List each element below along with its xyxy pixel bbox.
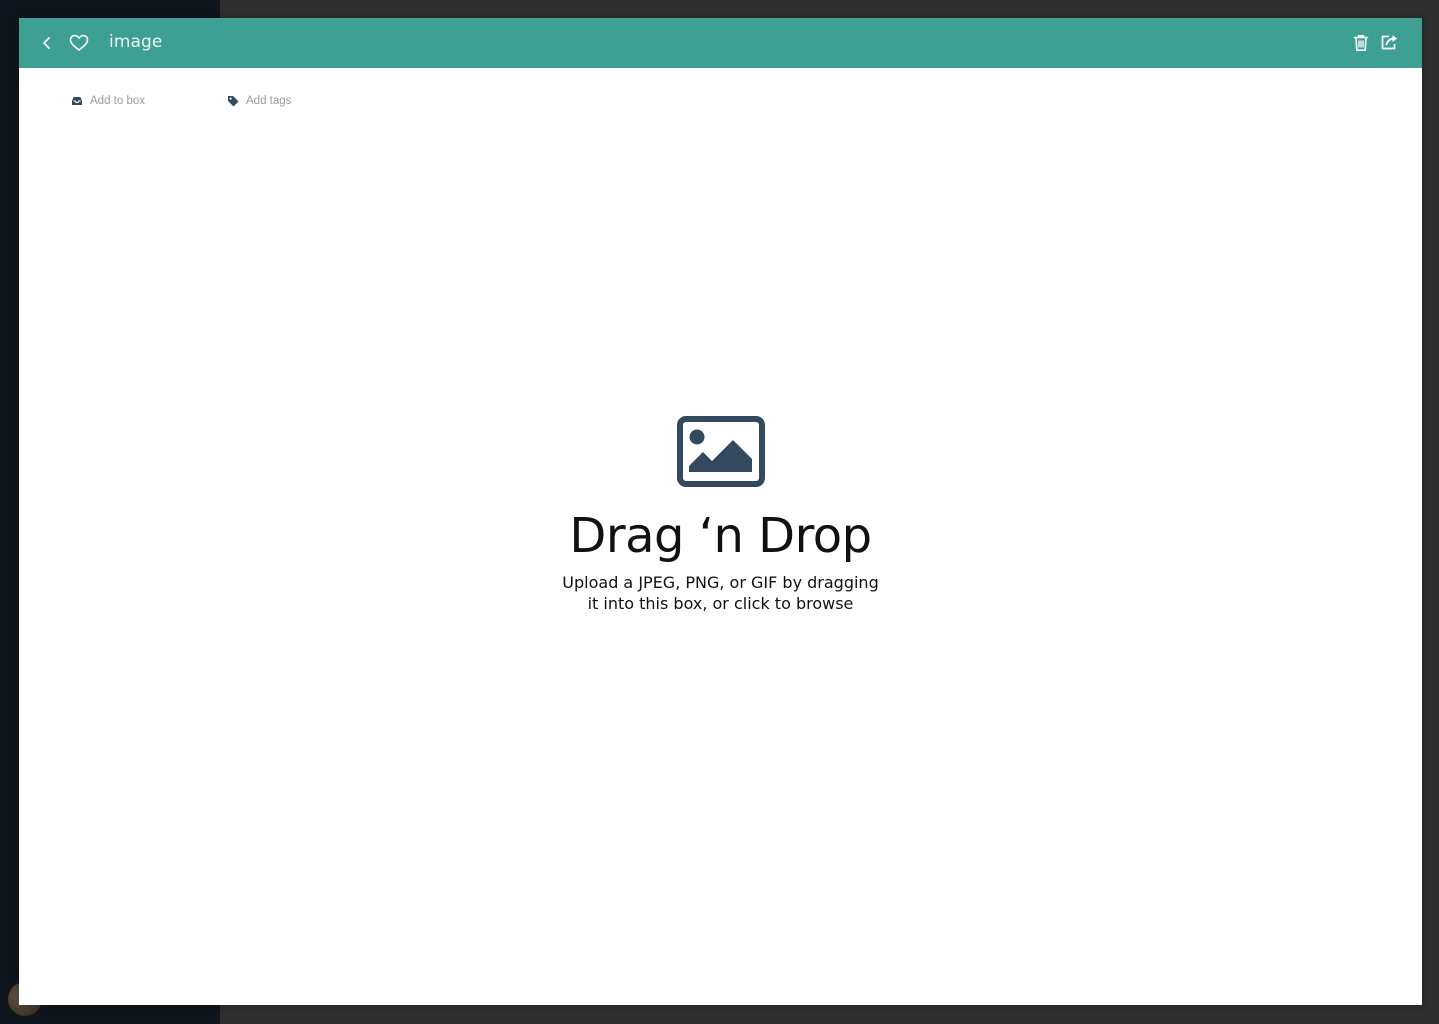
heart-icon <box>69 34 89 51</box>
dropzone-content: Drag ‘n Drop Upload a JPEG, PNG, or GIF … <box>19 416 1422 614</box>
favorite-button[interactable] <box>67 31 91 55</box>
image-dropzone[interactable]: Drag ‘n Drop Upload a JPEG, PNG, or GIF … <box>19 68 1422 1005</box>
share-button[interactable] <box>1378 30 1402 54</box>
image-upload-modal: image Add to box Add tags Drag ‘n Drop U… <box>19 18 1422 1005</box>
back-button[interactable] <box>35 31 59 55</box>
dropzone-title: Drag ‘n Drop <box>569 508 872 564</box>
share-icon <box>1381 35 1397 50</box>
modal-header: image <box>19 18 1422 68</box>
page-title: image <box>109 32 163 52</box>
chevron-left-icon <box>43 37 50 49</box>
dropzone-subtitle: Upload a JPEG, PNG, or GIF by dragging i… <box>562 573 879 613</box>
delete-button[interactable] <box>1349 31 1373 55</box>
trash-icon <box>1353 35 1369 51</box>
image-icon <box>676 416 765 487</box>
